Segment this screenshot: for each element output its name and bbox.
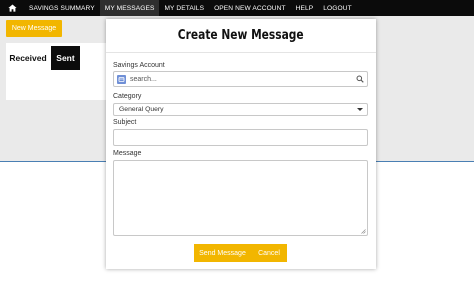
create-message-modal: Create New Message Savings Account searc… (106, 19, 376, 269)
subject-label: Subject (113, 119, 137, 126)
savings-account-search-input[interactable]: search... (113, 71, 368, 87)
modal-header: Create New Message (106, 19, 376, 53)
send-message-button[interactable]: Send Message (194, 244, 251, 262)
new-message-button[interactable]: New Message (6, 20, 62, 37)
tab-received[interactable]: Received (6, 46, 50, 70)
nav-home[interactable] (0, 0, 24, 16)
home-icon (7, 4, 17, 12)
cancel-button[interactable]: Cancel (251, 244, 287, 262)
savings-account-label: Savings Account (113, 62, 165, 69)
nav-open-new-account[interactable]: OPEN NEW ACCOUNT (209, 0, 291, 16)
tab-sent[interactable]: Sent (51, 46, 80, 70)
chevron-down-icon (357, 108, 363, 111)
message-tabs-card: Received Sent (6, 43, 106, 100)
subject-input[interactable] (113, 129, 368, 146)
top-nav: SAVINGS SUMMARY MY MESSAGES MY DETAILS O… (0, 0, 474, 16)
modal-actions: Send Message Cancel (194, 244, 287, 262)
message-textarea[interactable] (113, 160, 368, 236)
message-label: Message (113, 150, 142, 157)
nav-my-details[interactable]: MY DETAILS (159, 0, 209, 16)
account-card-icon (117, 74, 126, 84)
nav-my-messages[interactable]: MY MESSAGES (99, 0, 160, 16)
nav-help[interactable]: HELP (291, 0, 319, 16)
nav-logout[interactable]: LOGOUT (318, 0, 356, 16)
category-select[interactable]: General Query (113, 103, 368, 116)
account-card-glyph (118, 76, 125, 82)
category-label: Category (113, 93, 142, 100)
savings-account-placeholder: search... (130, 75, 157, 83)
nav-savings-summary[interactable]: SAVINGS SUMMARY (24, 0, 100, 16)
resize-grip-icon[interactable] (361, 229, 366, 234)
search-icon[interactable] (353, 72, 367, 86)
modal-title: Create New Message (178, 28, 304, 43)
category-selected-value: General Query (119, 106, 164, 113)
